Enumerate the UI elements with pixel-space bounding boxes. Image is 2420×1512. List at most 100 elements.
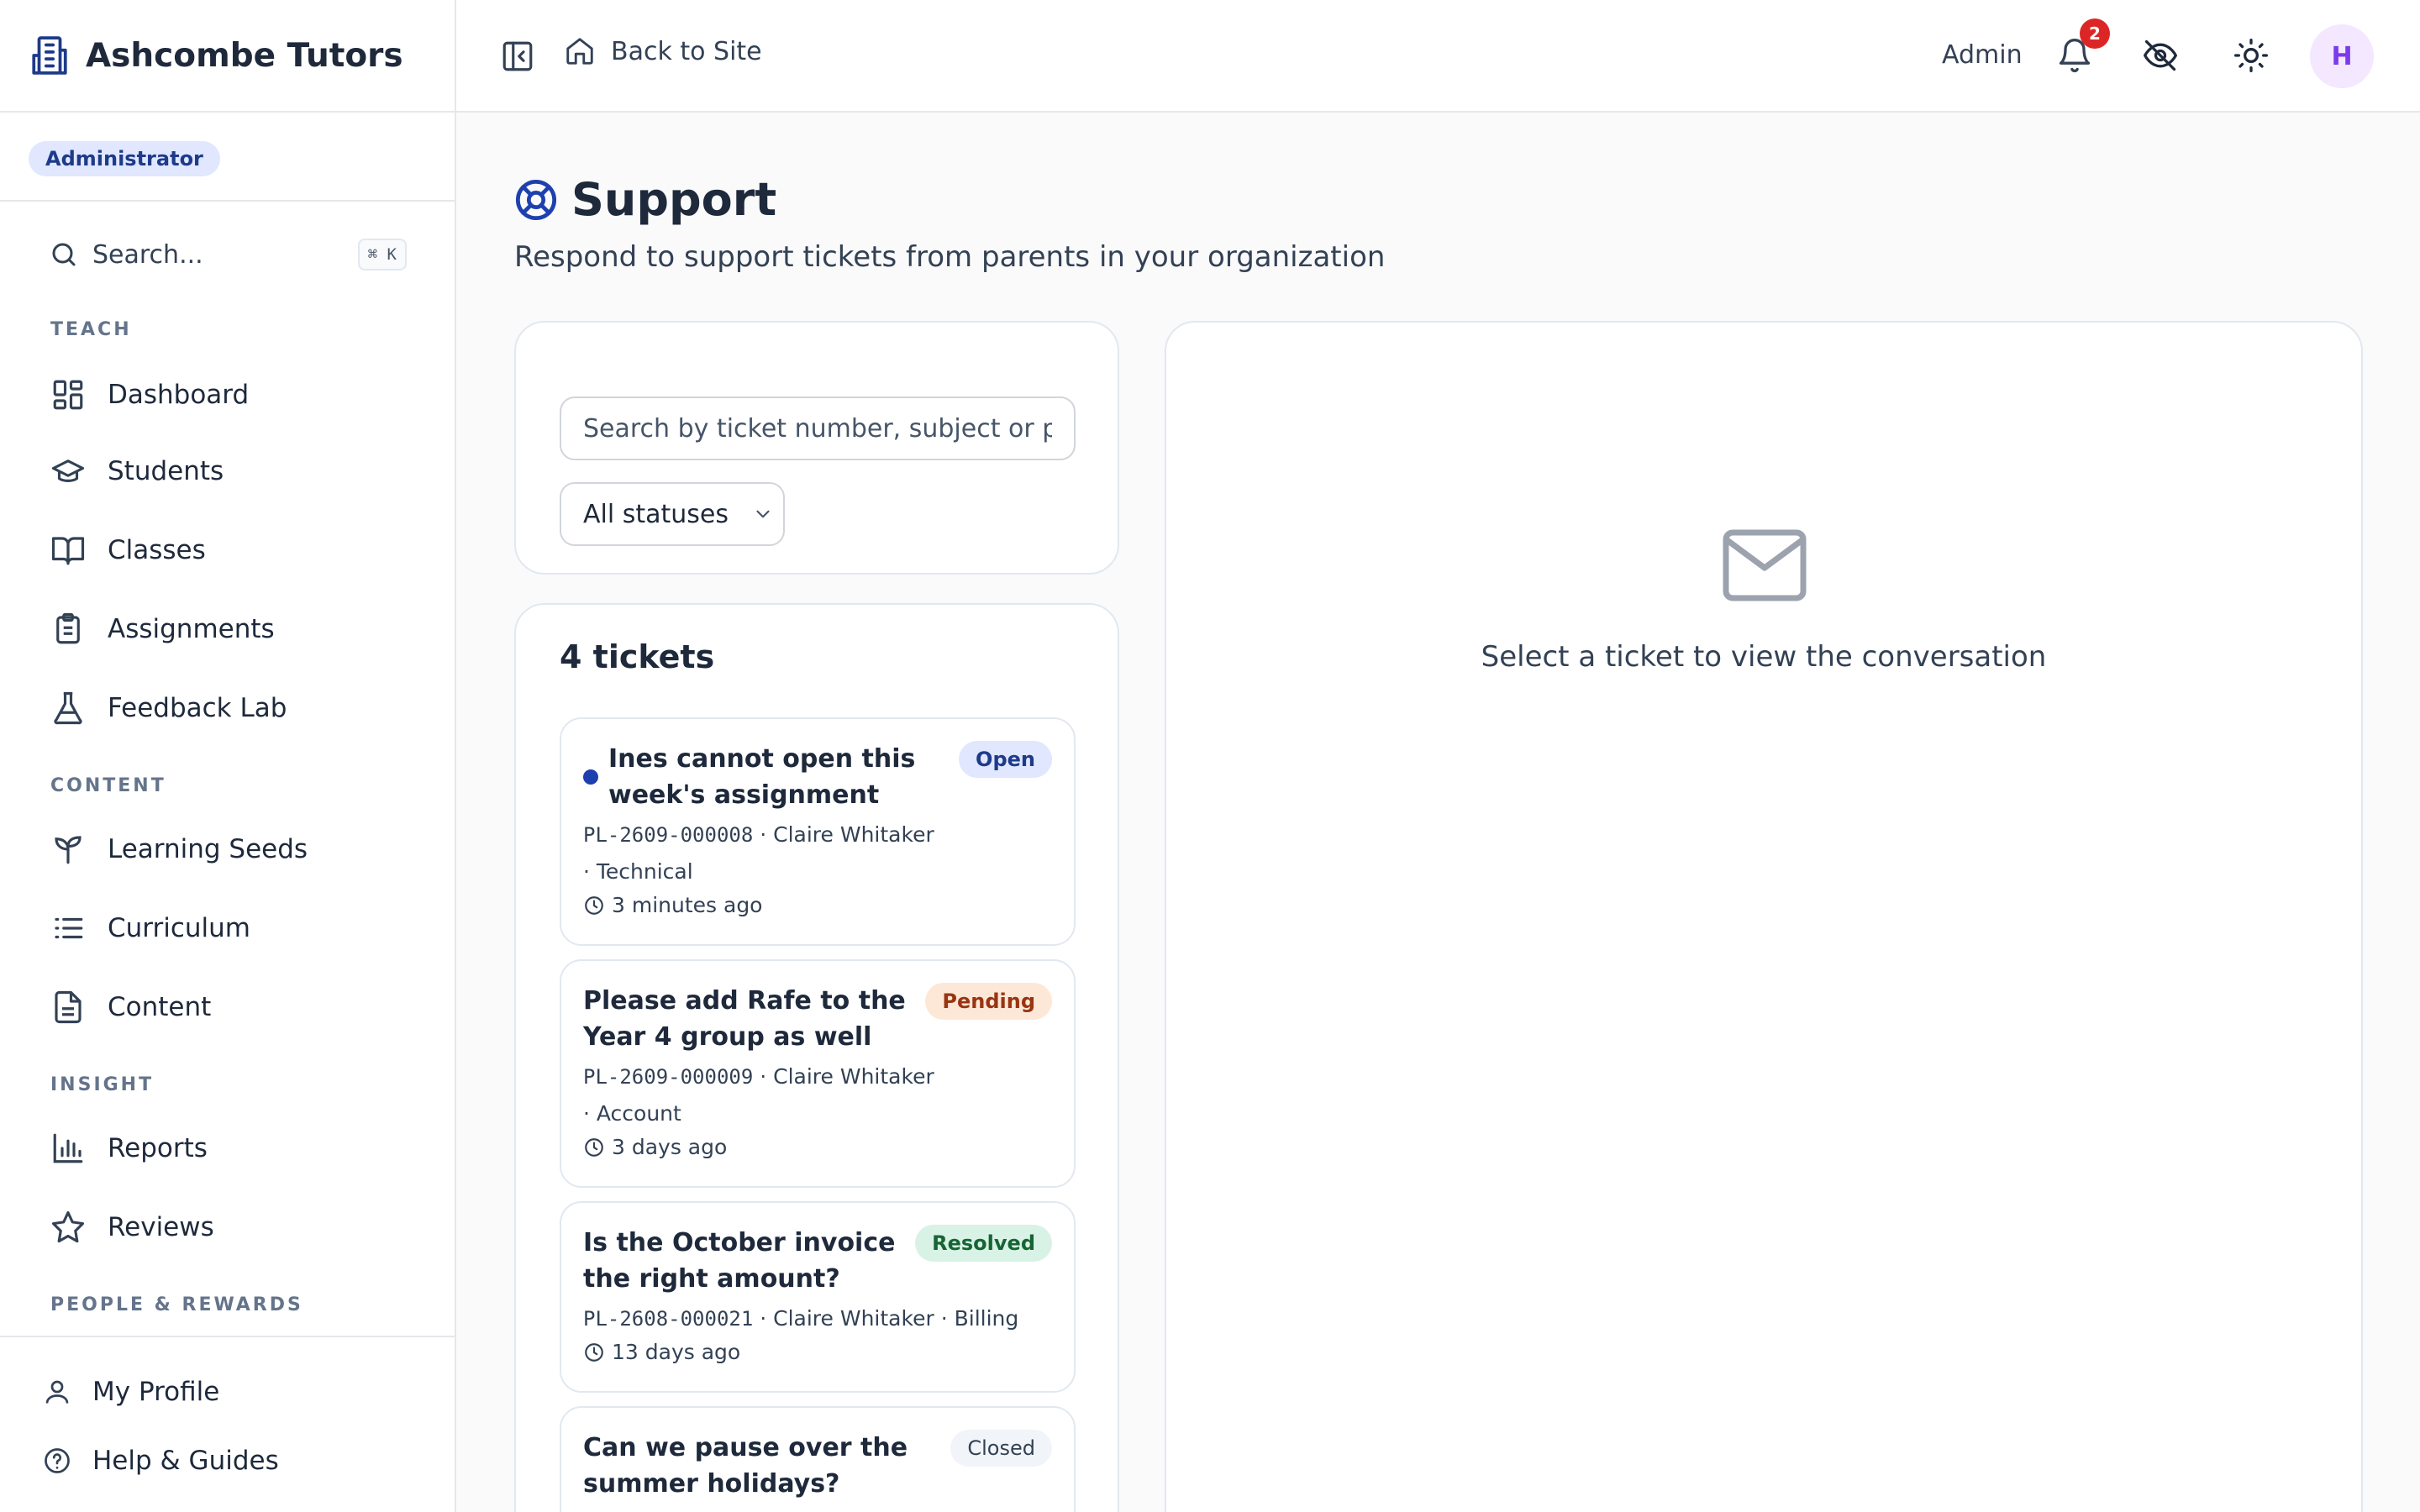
ticket-item[interactable]: Is the October invoice the right amount?… (560, 1201, 1076, 1393)
status-badge: Closed (950, 1430, 1052, 1467)
sidebar-item-curriculum[interactable]: Curriculum (50, 905, 250, 952)
sidebar-search[interactable]: Search... ⌘ K (49, 234, 407, 276)
search-shortcut: ⌘ K (357, 239, 407, 270)
section-label-insight: INSIGHT (50, 1074, 155, 1095)
my-profile-label: My Profile (92, 1377, 220, 1407)
unread-indicator (583, 769, 598, 785)
page-header: Support (514, 173, 776, 226)
graduation-cap-icon (51, 459, 85, 482)
ticket-time-label: 3 minutes ago (612, 893, 763, 917)
sidebar-item-classes[interactable]: Classes (50, 527, 206, 574)
sidebar-item-feedback-lab[interactable]: Feedback Lab (50, 685, 287, 732)
ticket-time: 13 days ago (583, 1340, 740, 1364)
sidebar-item-label: Assignments (108, 614, 275, 644)
sidebar-item-label: Reports (108, 1133, 208, 1163)
status-badge: Resolved (915, 1225, 1052, 1262)
brand-name: Ashcombe Tutors (86, 36, 403, 75)
sidebar-item-learning-seeds[interactable]: Learning Seeds (50, 826, 308, 873)
sidebar-search-label: Search... (92, 239, 203, 270)
ticket-meta: PL-2609-000008 · Claire Whitaker · Techn… (583, 816, 1062, 890)
eye-off-icon[interactable] (2142, 37, 2179, 74)
ticket-item[interactable]: Please add Rafe to the Year 4 group as w… (560, 959, 1076, 1188)
sidebar-item-label: Learning Seeds (108, 834, 308, 864)
brand[interactable]: Ashcombe Tutors (0, 0, 455, 113)
section-label-teach: TEACH (50, 319, 132, 340)
home-icon (566, 38, 593, 65)
ticket-category: · Account (583, 1101, 681, 1126)
clock-icon (585, 1137, 603, 1157)
sidebar-item-dashboard[interactable]: Dashboard (50, 371, 249, 418)
search-icon (52, 243, 76, 266)
empty-conversation-message: Select a ticket to view the conversation (1481, 640, 2047, 674)
sidebar-item-label: Students (108, 456, 224, 486)
sidebar-item-label: Feedback Lab (108, 693, 287, 723)
ticket-meta: PL-2608-000021 · Claire Whitaker · Billi… (583, 1300, 1062, 1337)
document-icon (55, 990, 82, 1024)
ticket-number: PL-2609-000008 (583, 823, 754, 847)
sun-icon[interactable] (2233, 37, 2270, 74)
ticket-meta: PL-2609-000009 · Claire Whitaker · Accou… (583, 1058, 1062, 1131)
page-title: Support (571, 173, 777, 226)
sidebar-item-assignments[interactable]: Assignments (50, 606, 275, 653)
sprout-icon (55, 836, 82, 864)
role-section: Administrator (0, 113, 455, 202)
my-profile-link[interactable]: My Profile (42, 1371, 219, 1413)
status-badge: Open (959, 741, 1052, 778)
page-subtitle: Respond to support tickets from parents … (514, 240, 1386, 274)
building-logo-icon (32, 36, 67, 75)
bar-chart-icon (53, 1133, 83, 1163)
sidebar-item-content[interactable]: Content (50, 984, 211, 1031)
help-guides-label: Help & Guides (92, 1446, 279, 1476)
ticket-time: 3 days ago (583, 1135, 727, 1159)
star-icon (51, 1210, 85, 1243)
ticket-number: PL-2609-000009 (583, 1065, 754, 1089)
clock-icon (585, 895, 603, 915)
lifebuoy-icon (515, 179, 557, 220)
sidebar-item-reports[interactable]: Reports (50, 1125, 208, 1172)
sidebar-item-students[interactable]: Students (50, 448, 224, 495)
ticket-time-label: 13 days ago (612, 1340, 741, 1364)
ticket-time: 3 minutes ago (583, 893, 762, 917)
dashboard-icon (53, 380, 83, 410)
sidebar-item-label: Curriculum (108, 913, 251, 943)
admin-mode-label[interactable]: Admin (1942, 40, 2023, 70)
status-badge: Pending (925, 983, 1052, 1020)
back-to-site-link[interactable]: Back to Site (564, 35, 762, 67)
back-to-site-label: Back to Site (611, 36, 762, 66)
sidebar-collapse-icon[interactable] (500, 39, 535, 74)
section-label-content: CONTENT (50, 775, 166, 796)
mail-icon (1723, 529, 1807, 601)
section-label-people-rewards: PEOPLE & REWARDS (50, 1294, 303, 1315)
status-filter-value: All statuses (583, 499, 729, 529)
topbar: Back to Site Admin 2 H (456, 0, 2420, 113)
user-icon (45, 1380, 69, 1404)
sidebar-footer: My Profile Help & Guides (0, 1336, 455, 1512)
sidebar-item-label: Classes (108, 535, 206, 565)
ticket-item[interactable]: Can we pause over the summer holidays? C… (560, 1406, 1076, 1512)
notification-badge: 2 (2080, 18, 2110, 49)
status-filter-select[interactable]: All statuses (560, 482, 785, 546)
ticket-subject: Please add Rafe to the Year 4 group as w… (583, 986, 906, 1052)
tickets-count: 4 tickets (560, 638, 715, 675)
ticket-parent: · Claire Whitaker (760, 1064, 934, 1089)
sidebar-item-label: Content (108, 992, 212, 1022)
clipboard-icon (56, 612, 80, 644)
role-badge: Administrator (29, 141, 220, 176)
ticket-parent: · Claire Whitaker (760, 1306, 934, 1331)
ticket-subject: Can we pause over the summer holidays? (583, 1433, 908, 1499)
flask-icon (54, 691, 82, 725)
ticket-filters-card: All statuses (514, 321, 1119, 575)
ticket-category: · Technical (583, 859, 693, 884)
ticket-item[interactable]: Ines cannot open this week's assignment … (560, 717, 1076, 946)
chevron-down-icon (756, 510, 770, 518)
ticket-category: · Billing (940, 1306, 1019, 1331)
avatar[interactable]: H (2310, 24, 2374, 88)
sidebar-item-reviews[interactable]: Reviews (50, 1204, 214, 1251)
book-icon (51, 537, 85, 565)
help-guides-link[interactable]: Help & Guides (42, 1440, 279, 1482)
ticket-subject: Ines cannot open this week's assignment (608, 744, 916, 810)
sidebar-item-label: Reviews (108, 1212, 214, 1242)
sidebar-item-label: Dashboard (108, 380, 250, 410)
ticket-search-input[interactable] (560, 396, 1076, 460)
clock-icon (585, 1342, 603, 1362)
